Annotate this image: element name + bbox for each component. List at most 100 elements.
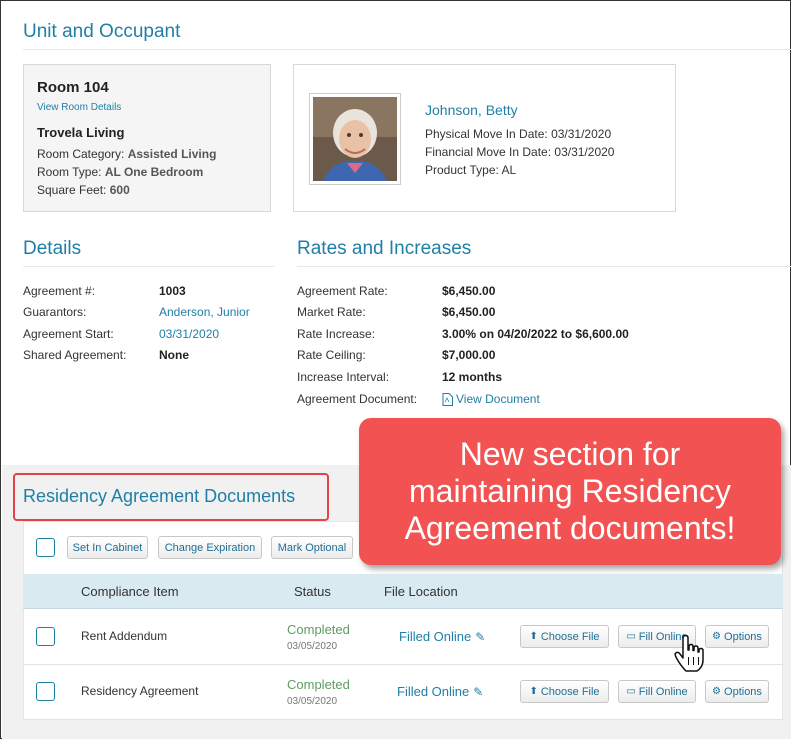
square-feet-label: Square Feet: [37, 183, 107, 197]
room-category-label: Room Category: [37, 147, 125, 161]
compliance-item-name: Rent Addendum [81, 629, 168, 643]
status-date: 03/05/2020 [287, 641, 338, 652]
market-rate-label: Market Rate: [297, 305, 366, 319]
increase-interval-value: 12 months [442, 370, 503, 384]
callout-line-3: Agreement documents! [404, 510, 736, 546]
document-icon: ▭ [626, 631, 636, 642]
company-name: Trovela Living [37, 125, 125, 140]
shared-agreement-value: None [159, 348, 189, 362]
file-location-link[interactable]: Filled Online ✎ [397, 684, 483, 699]
change-expiration-button[interactable]: Change Expiration [158, 536, 262, 559]
status-date: 03/05/2020 [287, 696, 338, 707]
fill-online-button[interactable]: ▭ Fill Online [618, 680, 696, 703]
options-button[interactable]: ⚙ Options [705, 625, 769, 648]
column-file-location: File Location [384, 584, 458, 599]
unit-occupant-title: Unit and Occupant [23, 21, 181, 42]
agreement-rate-label: Agreement Rate: [297, 284, 388, 298]
select-all-checkbox[interactable] [36, 538, 55, 557]
gear-icon: ⚙ [712, 631, 722, 642]
occupant-name-link[interactable]: Johnson, Betty [425, 102, 518, 118]
compliance-item-name: Residency Agreement [81, 684, 199, 698]
room-category: Room Category: Assisted Living [37, 147, 216, 161]
documents-table-header: Compliance Item Status File Location [23, 574, 783, 609]
row-divider [23, 664, 783, 665]
row-divider [23, 719, 783, 720]
square-feet-value: 600 [109, 183, 130, 197]
documents-title: Residency Agreement Documents [23, 486, 296, 506]
agreement-document-label: Agreement Document: [297, 392, 418, 406]
options-label: Options [724, 630, 762, 643]
product-type: Product Type: AL [425, 163, 516, 177]
agreement-start-link[interactable]: 03/31/2020 [159, 327, 219, 341]
view-document-label: View Document [456, 392, 540, 406]
status-text: Completed [287, 622, 350, 637]
physical-move-in-label: Physical Move In Date: [425, 127, 548, 141]
details-title: Details [23, 238, 82, 259]
choose-file-label: Choose File [540, 685, 600, 698]
divider [23, 49, 791, 50]
view-room-details-link[interactable]: View Room Details [37, 102, 121, 113]
financial-move-in: Financial Move In Date: 03/31/2020 [425, 145, 614, 159]
shared-agreement-label: Shared Agreement: [23, 348, 127, 362]
occupant-photo [309, 93, 401, 185]
market-rate-value: $6,450.00 [442, 305, 496, 319]
fill-online-label: Fill Online [638, 685, 688, 698]
room-type: Room Type: AL One Bedroom [37, 165, 203, 179]
pencil-icon: ✎ [475, 629, 486, 644]
occupant-card: Johnson, Betty Physical Move In Date: 03… [293, 64, 676, 212]
room-type-label: Room Type: [37, 165, 102, 179]
physical-move-in-value: 03/31/2020 [551, 127, 612, 141]
rate-increase-value: 3.00% on 04/20/2022 to $6,600.00 [442, 327, 629, 341]
set-in-cabinet-button[interactable]: Set In Cabinet [67, 536, 148, 559]
page-frame: Unit and Occupant Room 104 View Room Det… [0, 0, 791, 739]
options-button[interactable]: ⚙ Options [705, 680, 769, 703]
upload-icon: ⬆ [529, 686, 538, 697]
agreement-number-value: 1003 [159, 284, 186, 298]
product-type-value: AL [501, 163, 517, 177]
room-title: Room 104 [37, 79, 109, 96]
column-compliance-item: Compliance Item [81, 584, 179, 599]
agreement-rate-value: $6,450.00 [442, 284, 496, 298]
square-feet: Square Feet: 600 [37, 183, 130, 197]
increase-interval-label: Increase Interval: [297, 370, 390, 384]
callout-line-2: maintaining Residency [409, 473, 731, 509]
product-type-label: Product Type: [425, 163, 499, 177]
callout-line-1: New section for [459, 436, 681, 472]
status-text: Completed [287, 677, 350, 692]
rate-increase-label: Rate Increase: [297, 327, 376, 341]
pdf-file-icon [442, 392, 453, 406]
rates-title: Rates and Increases [297, 238, 472, 259]
choose-file-label: Choose File [540, 630, 600, 643]
rate-ceiling-value: $7,000.00 [442, 348, 496, 362]
file-location-link[interactable]: Filled Online ✎ [399, 629, 485, 644]
financial-move-in-label: Financial Move In Date: [425, 145, 552, 159]
mark-optional-button[interactable]: Mark Optional [271, 536, 353, 559]
choose-file-button[interactable]: ⬆ Choose File [520, 625, 609, 648]
physical-move-in: Physical Move In Date: 03/31/2020 [425, 127, 611, 141]
upload-icon: ⬆ [529, 631, 538, 642]
occupant-portrait-image [313, 97, 397, 181]
file-location-label: Filled Online [397, 684, 470, 699]
document-icon: ▭ [626, 686, 636, 697]
agreement-start-label: Agreement Start: [23, 327, 114, 341]
agreement-number-label: Agreement #: [23, 284, 96, 298]
gear-icon: ⚙ [712, 686, 722, 697]
financial-move-in-value: 03/31/2020 [554, 145, 615, 159]
row-checkbox[interactable] [36, 627, 55, 646]
room-type-value: AL One Bedroom [104, 165, 204, 179]
column-status: Status [294, 584, 331, 599]
choose-file-button[interactable]: ⬆ Choose File [520, 680, 609, 703]
announcement-callout: New section for maintaining Residency Ag… [359, 418, 781, 565]
divider [297, 266, 791, 267]
guarantors-label: Guarantors: [23, 305, 87, 319]
pencil-icon: ✎ [473, 684, 484, 699]
room-card: Room 104 View Room Details Trovela Livin… [23, 64, 271, 212]
divider [23, 266, 275, 267]
row-checkbox[interactable] [36, 682, 55, 701]
hand-cursor-icon [674, 635, 704, 672]
guarantor-link[interactable]: Anderson, Junior [159, 305, 250, 319]
rate-ceiling-label: Rate Ceiling: [297, 348, 366, 362]
file-location-label: Filled Online [399, 629, 472, 644]
view-document-link[interactable]: View Document [442, 392, 540, 406]
room-category-value: Assisted Living [127, 147, 217, 161]
